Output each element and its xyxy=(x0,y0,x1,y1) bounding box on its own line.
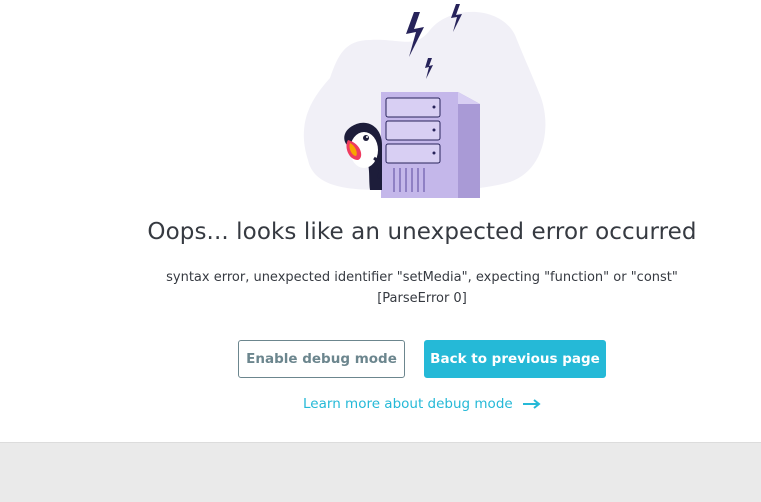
error-card: Oops... looks like an unexpected error o… xyxy=(0,0,761,443)
learn-more-debug-link[interactable]: Learn more about debug mode xyxy=(0,396,761,412)
learn-more-label: Learn more about debug mode xyxy=(303,396,513,412)
error-message: syntax error, unexpected identifier "set… xyxy=(166,270,678,285)
enable-debug-mode-button[interactable]: Enable debug mode xyxy=(238,340,405,378)
error-title: Oops... looks like an unexpected error o… xyxy=(147,219,697,245)
arrow-right-icon xyxy=(522,399,541,409)
error-code: [ParseError 0] xyxy=(377,291,467,306)
server-error-illustration xyxy=(303,4,546,198)
back-to-previous-page-button[interactable]: Back to previous page xyxy=(424,340,606,378)
